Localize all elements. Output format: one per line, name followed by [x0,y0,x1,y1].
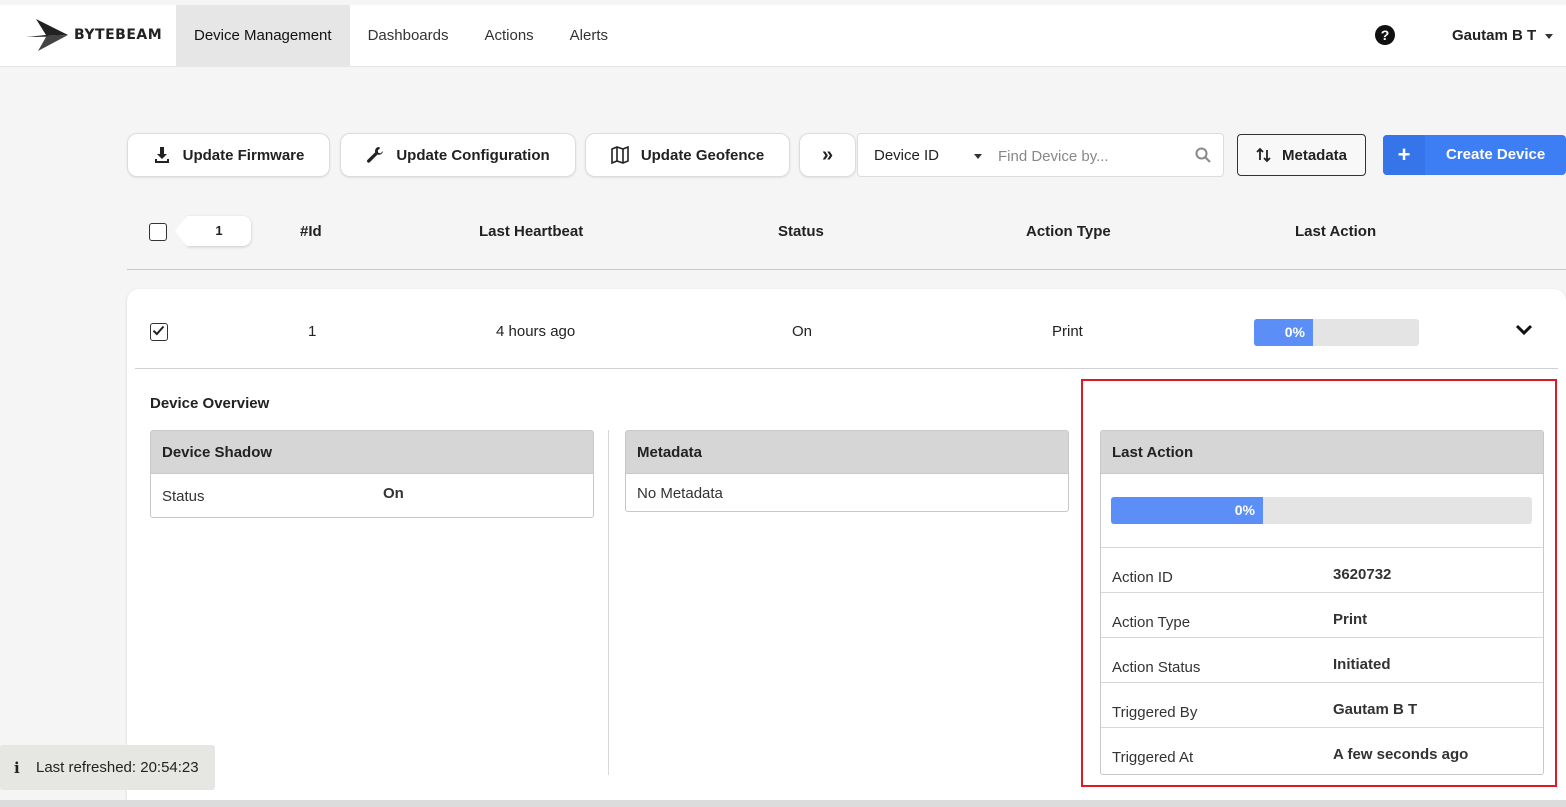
row-last-heartbeat: 4 hours ago [496,323,576,340]
search-icon[interactable] [1195,147,1211,163]
device-search: Device ID [857,133,1224,177]
brand-name: BYTEBEAM [74,27,163,43]
dropdown-caret-icon[interactable] [974,154,982,159]
sort-arrows-icon [1256,147,1271,163]
update-firmware-label: Update Firmware [182,146,305,164]
search-input[interactable] [998,142,1178,170]
selected-count-badge: 1 [175,216,251,246]
device-shadow-panel: Device Shadow Status On [150,430,594,518]
download-icon [154,147,169,163]
more-actions-button[interactable]: » [799,133,856,177]
column-divider [608,430,609,775]
header-last-action[interactable]: Last Action [1295,223,1376,240]
metadata-panel-title: Metadata [626,431,1068,474]
update-geofence-button[interactable]: Update Geofence [585,133,790,177]
create-device-button[interactable]: + Create Device [1383,135,1566,175]
device-overview-title: Device Overview [150,395,270,412]
row-progress-fill: 0% [1254,319,1313,346]
last-refreshed-text: Last refreshed: 20:54:23 [36,759,199,776]
plus-icon: + [1383,135,1425,175]
user-menu[interactable]: Gautam B T [1452,27,1536,44]
row-action-type: Print [1052,323,1083,340]
last-refreshed-toast: i Last refreshed: 20:54:23 [0,745,215,790]
create-device-label: Create Device [1446,146,1546,163]
row-id: 1 [308,323,317,340]
header-divider [127,269,1566,270]
no-metadata-text: No Metadata [637,485,723,502]
header-status[interactable]: Status [778,223,824,240]
update-firmware-button[interactable]: Update Firmware [127,133,330,177]
shadow-status-value: On [383,485,404,502]
user-caret-icon[interactable] [1545,34,1553,39]
map-icon [611,146,629,164]
metadata-panel: Metadata No Metadata [625,430,1069,512]
shadow-status-row: Status On [151,474,593,519]
brand-logo[interactable]: BYTEBEAM [24,19,162,51]
row-checkbox[interactable] [150,323,168,341]
help-icon[interactable]: ? [1375,25,1395,45]
main-nav: Device Management Dashboards Actions Ale… [176,5,626,67]
bottom-scrollbar[interactable] [0,800,1566,807]
bytebeam-logo-icon [26,19,68,51]
row-status: On [792,323,813,340]
nav-device-management[interactable]: Device Management [176,5,350,67]
nav-dashboards[interactable]: Dashboards [350,5,467,67]
row-divider [135,368,1558,369]
double-chevron-icon: » [821,143,834,166]
header-last-heartbeat[interactable]: Last Heartbeat [479,223,583,240]
highlight-box [1081,379,1557,787]
nav-actions[interactable]: Actions [466,5,551,67]
update-configuration-button[interactable]: Update Configuration [340,133,576,177]
metadata-label: Metadata [1281,146,1348,164]
update-geofence-label: Update Geofence [640,146,765,164]
top-navbar: BYTEBEAM Device Management Dashboards Ac… [0,5,1566,67]
info-icon: i [14,759,20,777]
wrench-icon [367,147,384,163]
metadata-button[interactable]: Metadata [1237,134,1366,176]
device-shadow-title: Device Shadow [151,431,593,474]
nav-alerts[interactable]: Alerts [552,5,626,67]
checkmark-icon [152,325,165,336]
shadow-status-key: Status [162,488,205,505]
chevron-down-icon[interactable] [1514,322,1534,338]
row-progress-bar: 0% [1254,319,1419,346]
header-id[interactable]: #Id [300,223,322,240]
search-by-select[interactable]: Device ID [874,134,939,178]
update-configuration-label: Update Configuration [396,146,550,164]
header-action-type[interactable]: Action Type [1026,223,1111,240]
select-all-checkbox[interactable] [149,223,167,241]
